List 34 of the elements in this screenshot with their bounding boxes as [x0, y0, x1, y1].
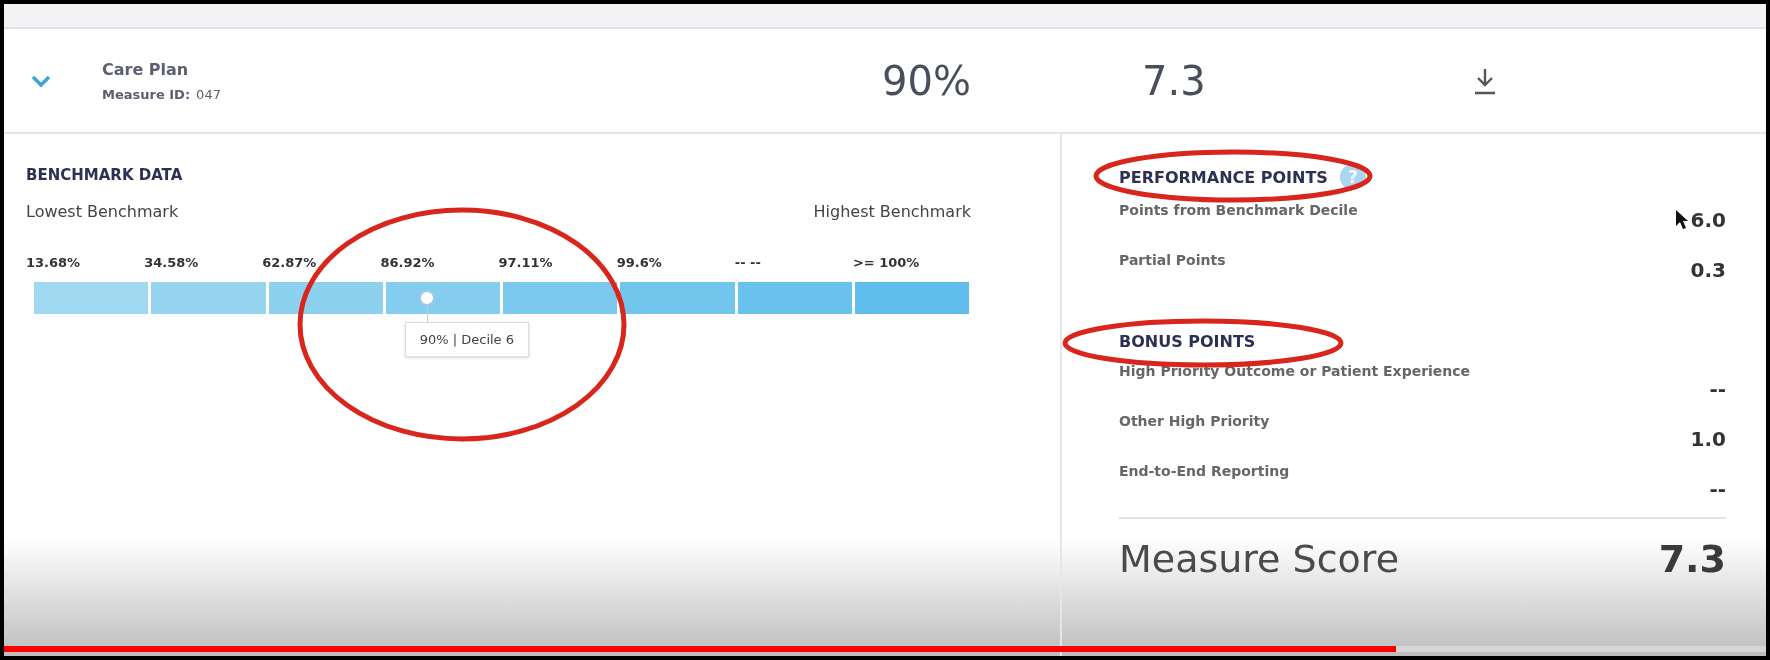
decile-label: 97.11%	[498, 255, 554, 270]
marker-tooltip: 90% | Decile 6	[404, 322, 529, 357]
section-heading: BONUS POINTS	[1119, 332, 1256, 351]
decile-label: 34.58%	[144, 255, 200, 270]
section-heading: PERFORMANCE POINTS	[1119, 167, 1328, 187]
decile-label: 62.87%	[262, 255, 318, 270]
decile-label: 86.92%	[380, 255, 436, 270]
points-label: High Priority Outcome or Patient Experience	[1119, 363, 1471, 379]
measure-score: 7.3	[1142, 57, 1207, 104]
total-label: Measure Score	[1119, 537, 1399, 581]
points-label: Points from Benchmark Decile	[1119, 202, 1358, 218]
measure-id-label: Measure ID:	[102, 86, 191, 102]
points-label: End-to-End Reporting	[1119, 463, 1290, 479]
points-value: --	[1709, 377, 1726, 401]
decile-label: -- --	[734, 255, 762, 270]
total-value: 7.3	[1658, 537, 1726, 581]
points-value: 1.0	[1690, 427, 1726, 451]
measure-id: 047	[196, 86, 221, 102]
decile-label: 13.68%	[26, 255, 82, 270]
decile-label: >= 100%	[852, 255, 921, 270]
points-value: 6.0	[1690, 208, 1726, 232]
range-label: Highest Benchmark	[813, 202, 971, 221]
decile-label: 99.6%	[616, 255, 663, 270]
cursor-icon	[1674, 209, 1689, 231]
points-value: --	[1709, 477, 1726, 501]
section-heading: BENCHMARK DATA	[26, 166, 184, 184]
video-progress-bar[interactable]	[4, 646, 1766, 652]
chevron-icon[interactable]	[30, 73, 52, 88]
points-label: Partial Points	[1119, 252, 1226, 268]
points-value: 0.3	[1690, 258, 1726, 282]
performance-rate: 90%	[882, 57, 972, 104]
points-label: Other High Priority	[1119, 413, 1270, 429]
range-label: Lowest Benchmark	[26, 202, 179, 221]
measure-title: Care Plan	[102, 59, 190, 79]
